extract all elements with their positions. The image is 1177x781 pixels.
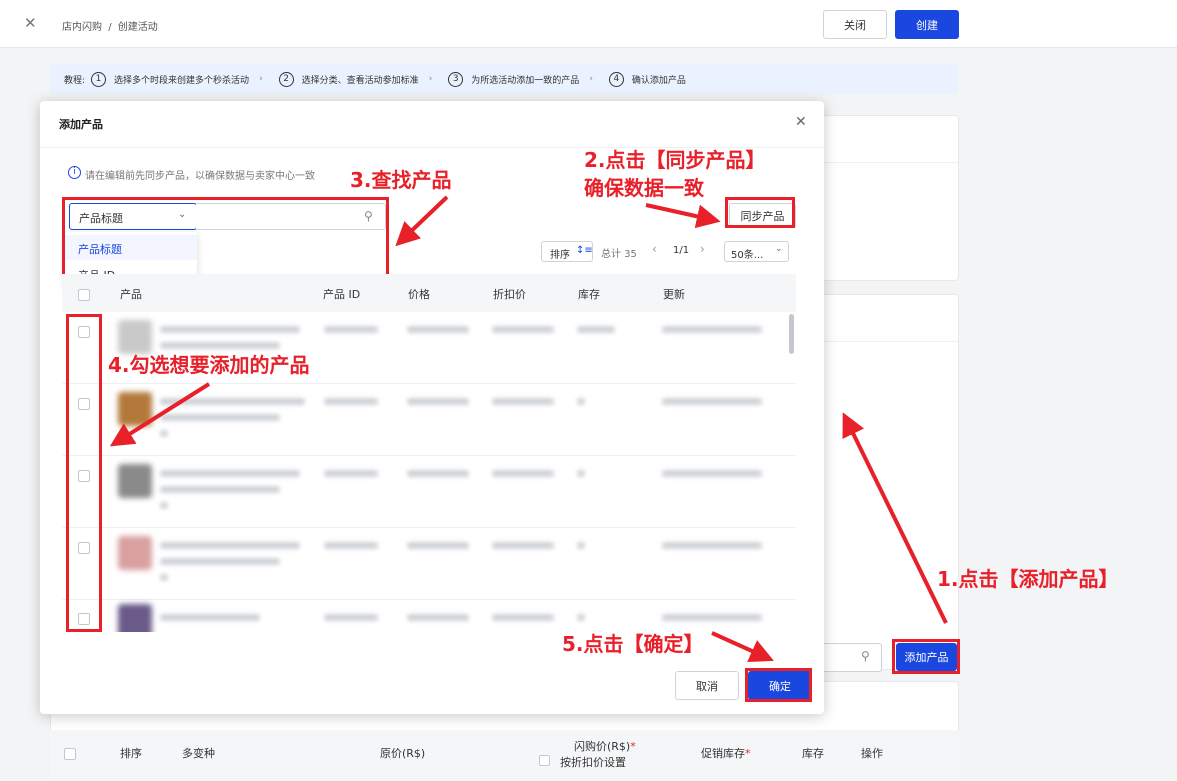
arrow-step-2 bbox=[645, 203, 721, 229]
arrow-step-4 bbox=[109, 382, 211, 447]
arrow-step-1 bbox=[842, 412, 948, 624]
arrow-step-3 bbox=[395, 195, 449, 247]
annotation-arrows bbox=[109, 195, 948, 663]
arrow-step-5 bbox=[711, 631, 774, 663]
